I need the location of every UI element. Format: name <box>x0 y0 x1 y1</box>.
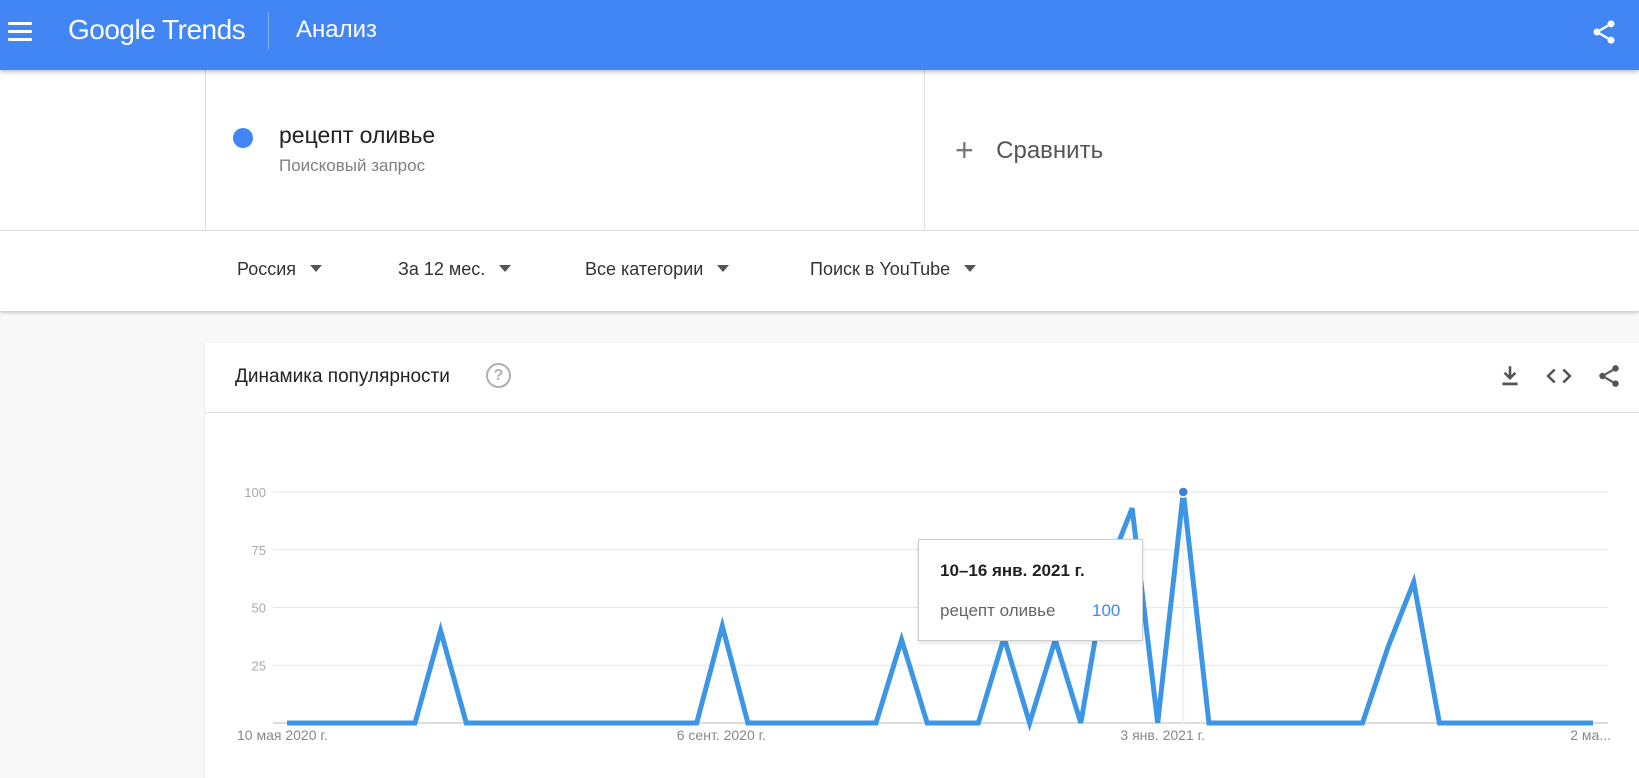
term-color-dot <box>233 128 253 148</box>
category-dropdown[interactable]: Все категории <box>585 259 730 280</box>
period-dropdown[interactable]: За 12 мес. <box>398 259 512 280</box>
top-app-bar: Google Trends Анализ <box>0 0 1639 70</box>
dropdown-caret-icon <box>499 264 512 272</box>
download-icon[interactable] <box>1497 363 1523 389</box>
region-dropdown[interactable]: Россия <box>237 259 323 280</box>
divider <box>924 70 925 230</box>
divider <box>205 70 206 230</box>
source-dropdown[interactable]: Поиск в YouTube <box>810 259 977 280</box>
plus-icon: + <box>955 132 974 168</box>
menu-icon[interactable] <box>8 22 32 42</box>
dropdown-caret-icon <box>717 264 730 272</box>
search-term-type: Поисковый запрос <box>279 156 426 175</box>
help-icon[interactable]: ? <box>486 363 511 388</box>
tooltip-date: 10–16 янв. 2021 г. <box>940 561 1085 580</box>
google-trends-logo[interactable]: Google Trends <box>68 14 246 46</box>
card-title: Динамика популярности <box>235 366 450 387</box>
filter-bar: Россия За 12 мес. Все категории Поиск в … <box>0 231 1639 311</box>
header-divider <box>268 12 269 50</box>
compare-button[interactable]: + Сравнить <box>955 132 1103 169</box>
page-title: Анализ <box>296 16 378 43</box>
source-label: Поиск в YouTube <box>810 259 951 279</box>
share-icon[interactable] <box>1596 363 1622 389</box>
search-term[interactable]: рецепт оливье <box>279 122 435 149</box>
compare-label: Сравнить <box>996 136 1104 164</box>
region-label: Россия <box>237 259 297 279</box>
category-label: Все категории <box>585 259 704 279</box>
dropdown-caret-icon <box>964 264 977 272</box>
embed-icon[interactable] <box>1546 363 1572 389</box>
tooltip-value: 100 <box>1092 601 1121 620</box>
share-icon[interactable] <box>1590 18 1618 46</box>
dropdown-caret-icon <box>310 264 323 272</box>
card-header: Динамика популярности ? <box>205 343 1639 413</box>
query-panel: рецепт оливье Поисковый запрос + Сравнит… <box>0 70 1639 231</box>
tooltip-term: рецепт оливье <box>940 601 1056 620</box>
period-label: За 12 мес. <box>398 259 486 279</box>
chart-tooltip: 10–16 янв. 2021 г. рецепт оливье 100 <box>918 539 1143 641</box>
